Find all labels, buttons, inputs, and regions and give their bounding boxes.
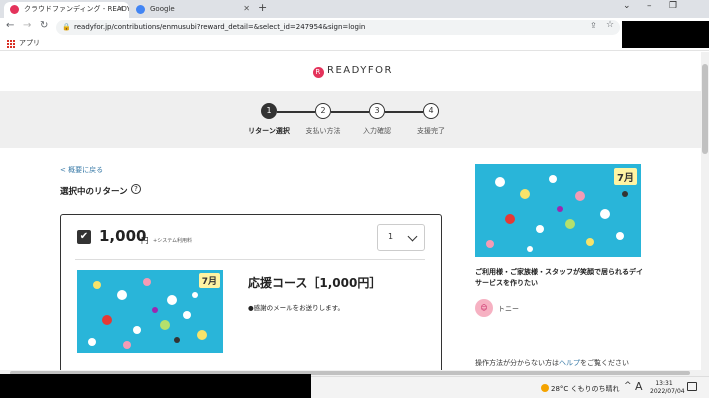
google-favicon-icon: [136, 5, 145, 14]
course-description: ●感謝のメールをお送りします。: [248, 304, 345, 312]
bookmarks-bar: アプリ: [0, 37, 709, 51]
reward-card[interactable]: ✔ 1,000 円 +システム利用料 1 7月 応援コース［1,000円］ ●感…: [60, 214, 442, 370]
close-tab-icon[interactable]: ✕: [117, 2, 124, 16]
redaction-box: [0, 374, 311, 398]
step-3-label: 入力確認: [363, 127, 391, 135]
bookmark-star-icon[interactable]: ☆: [606, 20, 614, 30]
ime-indicator[interactable]: A: [635, 380, 643, 393]
back-to-overview-link[interactable]: < 概要に戻る: [60, 165, 103, 175]
apps-grid-icon[interactable]: [7, 40, 15, 48]
back-arrow-icon[interactable]: ←: [6, 20, 14, 31]
scrollbar-thumb[interactable]: [702, 64, 708, 154]
step-2-label: 支払い方法: [305, 127, 341, 135]
tab-google[interactable]: Google ✕: [130, 2, 255, 18]
maximize-button[interactable]: ❐: [669, 1, 677, 11]
clock-time: 13:31: [655, 380, 673, 387]
tab-search-icon[interactable]: ⌄: [623, 1, 631, 11]
project-image[interactable]: 7月: [475, 164, 641, 257]
reward-image: 7月: [77, 270, 223, 353]
apps-label[interactable]: アプリ: [19, 38, 40, 48]
help-link[interactable]: ヘルプ: [559, 359, 580, 367]
system-fee-note: +システム利用料: [153, 238, 193, 244]
help-note: 操作方法が分からない方はヘルプをご覧ください: [475, 358, 629, 368]
notification-icon[interactable]: [687, 382, 697, 391]
new-tab-button[interactable]: +: [258, 1, 267, 14]
close-tab-icon[interactable]: ✕: [243, 2, 250, 16]
system-clock[interactable]: 13:31 2022/07/04: [650, 380, 685, 396]
step-4-circle: 4: [423, 103, 439, 119]
step-3-circle: 3: [369, 103, 385, 119]
step-2-circle: 2: [315, 103, 331, 119]
lock-icon: 🔒: [62, 23, 71, 31]
weather-sun-icon: [541, 384, 549, 392]
reward-checkbox[interactable]: ✔: [77, 230, 91, 244]
help-question-icon[interactable]: ?: [131, 184, 141, 194]
page-content: R READYFOR 1 2 3 4 リターン選択 支払い方法 入力確認 支援完了…: [0, 52, 701, 370]
redaction-box: [622, 21, 709, 48]
step-connector: [277, 111, 315, 113]
quantity-value: 1: [388, 232, 394, 241]
readyfor-logo-icon: R: [313, 67, 324, 78]
july-badge: 7月: [198, 273, 220, 288]
logo-text: READYFOR: [327, 65, 393, 76]
share-icon[interactable]: ⇪: [590, 21, 597, 30]
url-text: readyfor.jp/contributions/enmusubi?rewar…: [74, 23, 366, 31]
reward-price: 1,000: [99, 227, 147, 245]
step-connector: [331, 111, 369, 113]
address-bar[interactable]: 🔒 readyfor.jp/contributions/enmusubi?rew…: [56, 20, 620, 35]
tab-title: クラウドファンディング - READYFOR (: [24, 5, 129, 13]
vertical-scrollbar[interactable]: [701, 52, 709, 370]
help-prefix: 操作方法が分からない方は: [475, 359, 559, 367]
tab-strip: クラウドファンディング - READYFOR ( ✕ Google ✕ + ⌄ …: [0, 0, 709, 18]
forward-arrow-icon[interactable]: →: [23, 20, 31, 31]
weather-text: 28°C くもりのち晴れ: [551, 385, 620, 393]
owner-avatar: ☺: [475, 299, 493, 317]
step-4-label: 支援完了: [417, 127, 445, 135]
reload-icon[interactable]: ↻: [40, 20, 48, 31]
currency-label: 円: [141, 236, 149, 245]
divider: [75, 259, 425, 260]
step-1-circle: 1: [261, 103, 277, 119]
browser-toolbar: ← → ↻ 🔒 readyfor.jp/contributions/enmusu…: [0, 18, 709, 37]
help-suffix: をご覧ください: [580, 359, 629, 367]
minimize-button[interactable]: –: [647, 1, 652, 11]
tab-title: Google: [150, 5, 175, 13]
selected-reward-heading: 選択中のリターン: [60, 187, 128, 197]
clock-date: 2022/07/04: [650, 388, 685, 395]
july-badge: 7月: [614, 168, 637, 185]
readyfor-logo[interactable]: R READYFOR: [313, 65, 393, 78]
tab-readyfor[interactable]: クラウドファンディング - READYFOR ( ✕: [4, 2, 129, 18]
project-title[interactable]: ご利用様・ご家族様・スタッフが笑顔で居られるデイサービスを作りたい: [475, 267, 645, 289]
progress-steps: 1 2 3 4 リターン選択 支払い方法 入力確認 支援完了: [0, 91, 701, 148]
show-hidden-icons-button[interactable]: ^: [624, 381, 632, 391]
step-connector: [385, 111, 423, 113]
step-1-label: リターン選択: [248, 127, 290, 135]
owner-name[interactable]: トニー: [498, 304, 519, 314]
quantity-select[interactable]: 1: [377, 224, 425, 251]
readyfor-favicon-icon: [10, 5, 19, 14]
weather-widget[interactable]: 28°C くもりのち晴れ: [541, 384, 620, 394]
chevron-down-icon: [407, 231, 418, 242]
course-title: 応援コース［1,000円］: [248, 276, 382, 290]
